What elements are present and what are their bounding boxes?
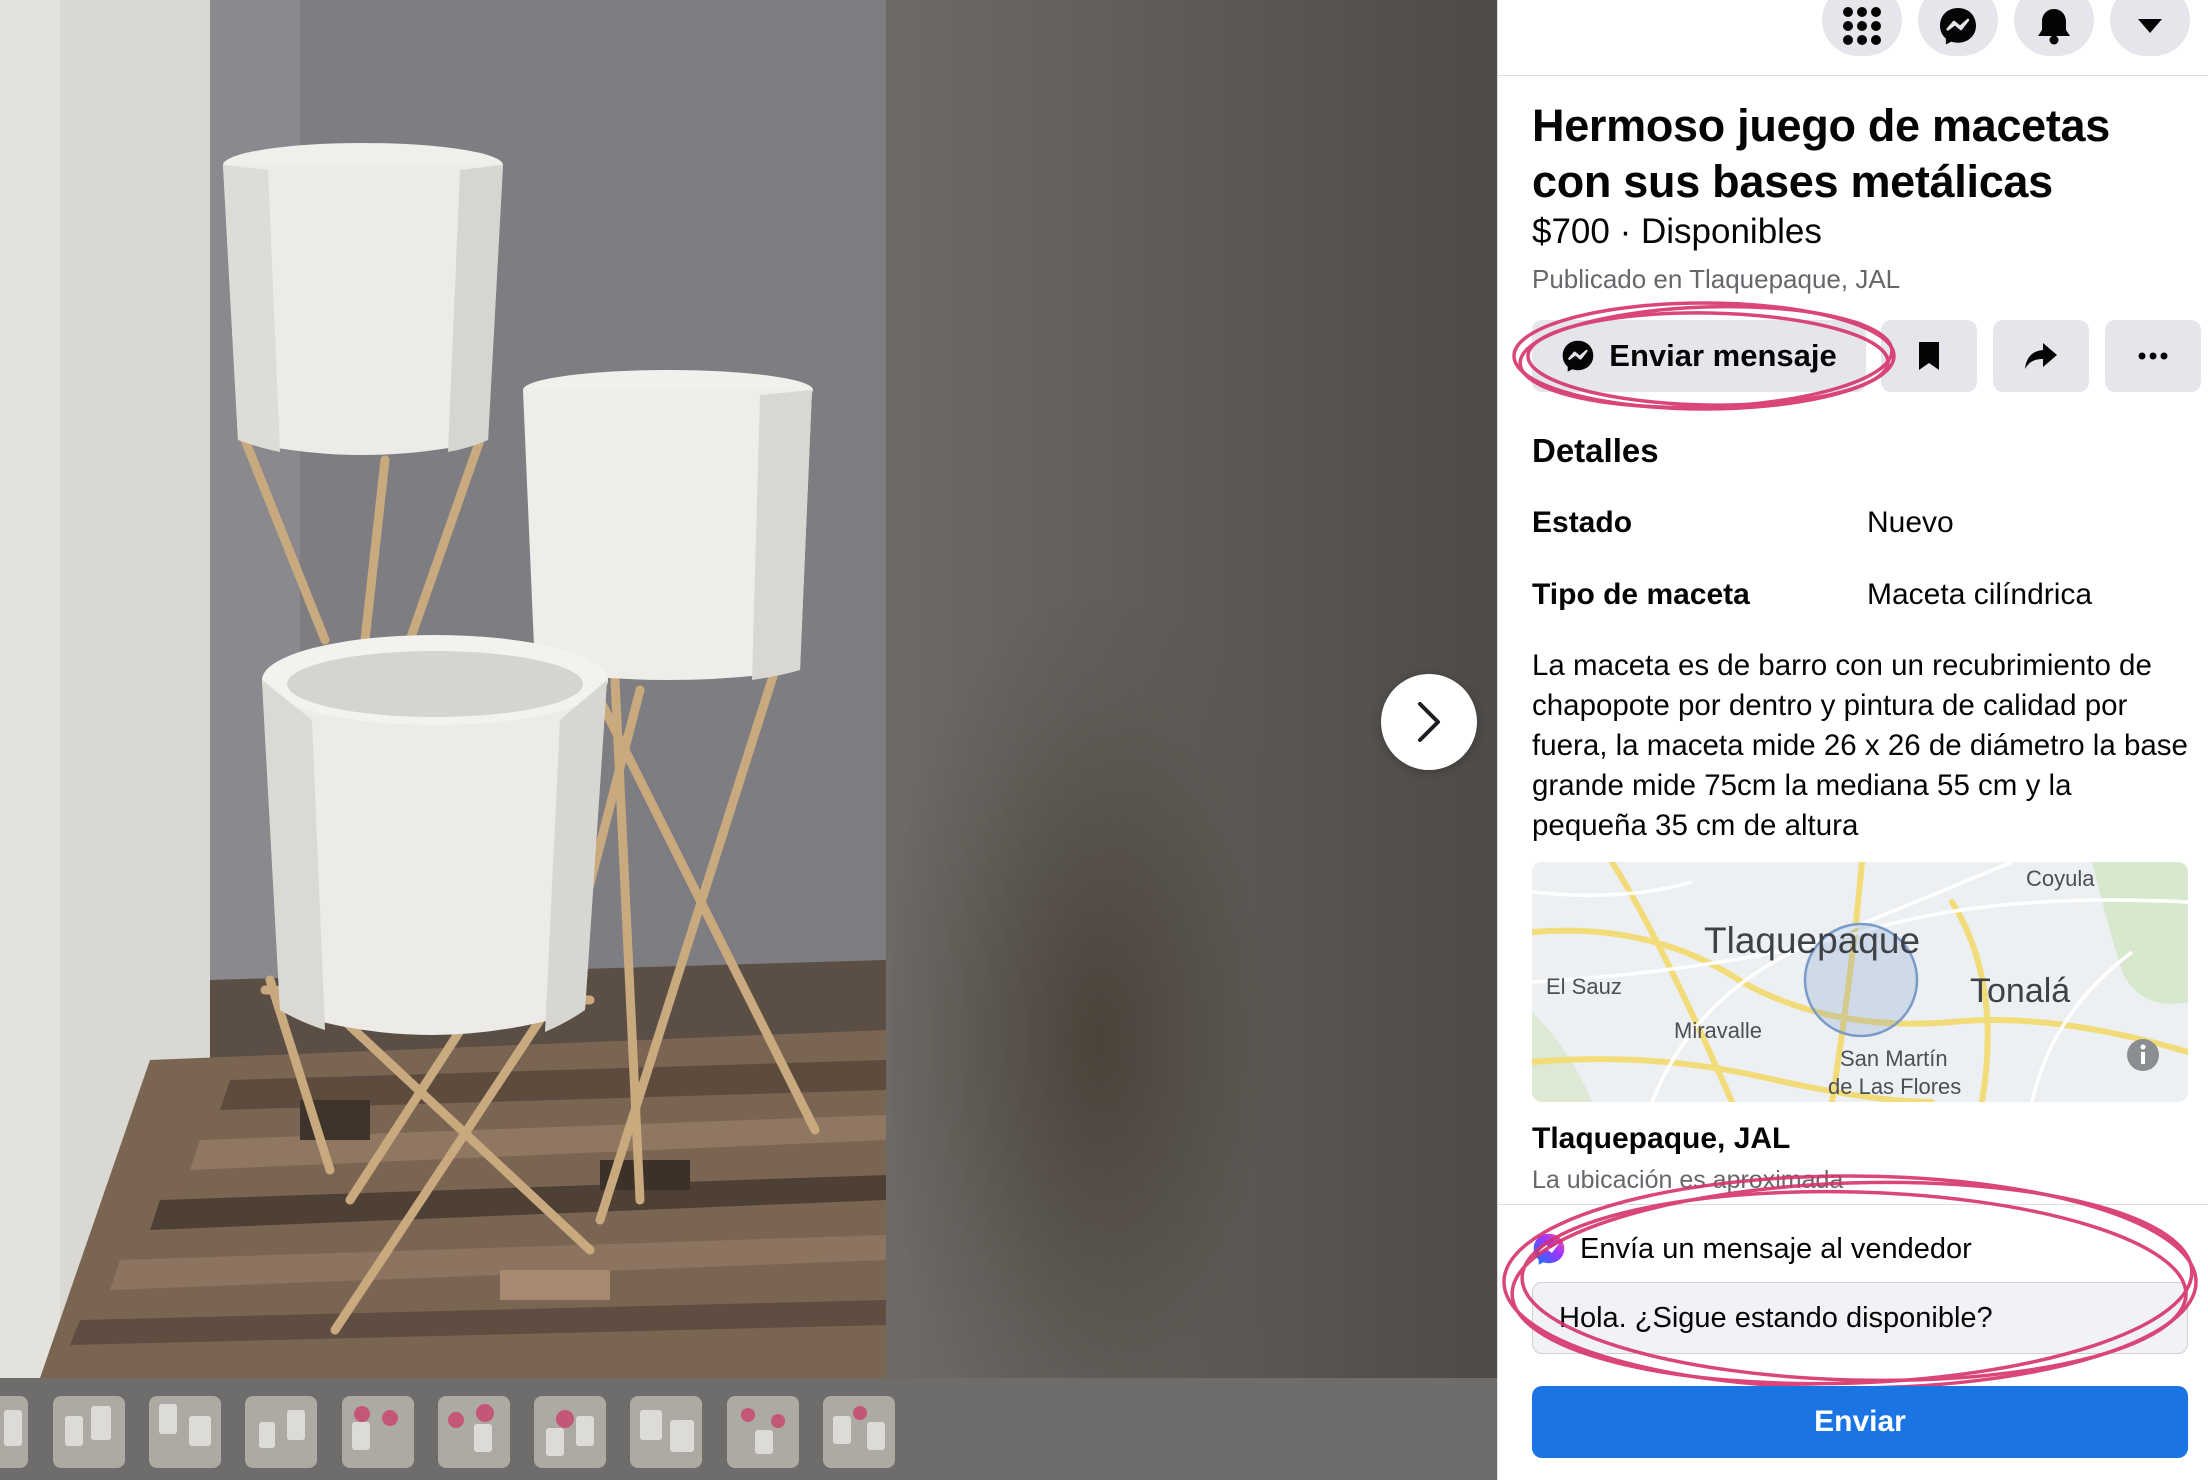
- listing-actions: Enviar mensaje: [1532, 320, 2201, 392]
- detail-key: Estado: [1532, 506, 1633, 539]
- location-title: Tlaquepaque, JAL: [1532, 1122, 1791, 1155]
- seller-message-heading: Envía un mensaje al vendedor: [1532, 1232, 1972, 1266]
- thumbnail[interactable]: [534, 1396, 606, 1468]
- map-label: El Sauz: [1546, 974, 1622, 999]
- thumbnail[interactable]: [342, 1396, 414, 1468]
- thumbnail[interactable]: [245, 1396, 317, 1468]
- thumbnail[interactable]: [823, 1396, 895, 1468]
- info-icon[interactable]: [2126, 1038, 2160, 1072]
- details-heading: Detalles: [1532, 432, 1659, 469]
- messenger-button[interactable]: [1918, 0, 1998, 56]
- send-message-label: Enviar mensaje: [1609, 338, 1837, 373]
- seller-message-input[interactable]: Hola. ¿Sigue estando disponible?: [1532, 1282, 2188, 1354]
- thumbnail[interactable]: [53, 1396, 125, 1468]
- map-label: Tlaquepaque: [1704, 920, 1921, 961]
- listing-price-status: $700 · Disponibles: [1532, 212, 1822, 251]
- more-options-button[interactable]: [2105, 320, 2201, 392]
- send-message-button[interactable]: Enviar mensaje: [1532, 320, 1866, 392]
- map-label: Coyula: [2026, 866, 2095, 891]
- listing-photo: [0, 0, 886, 1378]
- thumbnail[interactable]: [630, 1396, 702, 1468]
- top-navigation: [1498, 0, 2208, 76]
- map-label: San Martín: [1840, 1046, 1948, 1071]
- messenger-icon: [1562, 340, 1594, 372]
- seller-message-heading-label: Envía un mensaje al vendedor: [1580, 1232, 1972, 1265]
- divider: [1498, 1204, 2208, 1205]
- detail-value: Maceta cilíndrica: [1867, 578, 2093, 611]
- listing-description: La maceta es de barro con un recubrimien…: [1532, 649, 2188, 842]
- notifications-button[interactable]: [2014, 0, 2094, 56]
- share-button[interactable]: [1993, 320, 2089, 392]
- thumbnail[interactable]: [727, 1396, 799, 1468]
- bell-icon: [2038, 9, 2070, 45]
- map-label: Miravalle: [1674, 1018, 1763, 1043]
- thumbnail[interactable]: [0, 1396, 28, 1468]
- account-menu-button[interactable]: [2110, 0, 2190, 56]
- bookmark-icon: [1919, 342, 1939, 370]
- thumbnail-strip: [0, 1378, 1497, 1480]
- share-icon: [2025, 343, 2057, 369]
- caret-down-icon: [2138, 19, 2162, 33]
- location-subtitle: La ubicación es aproximada: [1532, 1166, 1844, 1194]
- thumbnail[interactable]: [438, 1396, 510, 1468]
- blurred-background-shadow: [890, 600, 1310, 1480]
- menu-button[interactable]: [1822, 0, 1902, 56]
- detail-key: Tipo de maceta: [1532, 578, 1750, 611]
- messenger-icon: [1533, 1233, 1565, 1265]
- plant-pots-photo: [0, 0, 886, 1378]
- menu-grid-icon: [1843, 7, 1881, 45]
- save-button[interactable]: [1881, 320, 1977, 392]
- photo-viewer: [0, 0, 1497, 1480]
- detail-value: Nuevo: [1867, 506, 1954, 539]
- listing-location-published: Publicado en Tlaquepaque, JAL: [1532, 264, 1901, 294]
- map-label: Tonalá: [1970, 972, 2071, 1010]
- location-map[interactable]: Coyula Tlaquepaque El Sauz Tonalá Mirava…: [1532, 862, 2188, 1102]
- listing-title: Hermoso juego de macetas con sus bases m…: [1532, 100, 2110, 207]
- messenger-icon: [1940, 8, 1976, 45]
- more-icon: [2138, 352, 2168, 360]
- listing-details-panel: Hermoso juego de macetas con sus bases m…: [1497, 0, 2208, 1480]
- send-button[interactable]: Enviar: [1532, 1386, 2188, 1458]
- thumbnail[interactable]: [149, 1396, 221, 1468]
- chevron-right-icon: [1418, 702, 1440, 742]
- map-label: de Las Flores: [1828, 1074, 1962, 1099]
- next-photo-button[interactable]: [1381, 674, 1477, 770]
